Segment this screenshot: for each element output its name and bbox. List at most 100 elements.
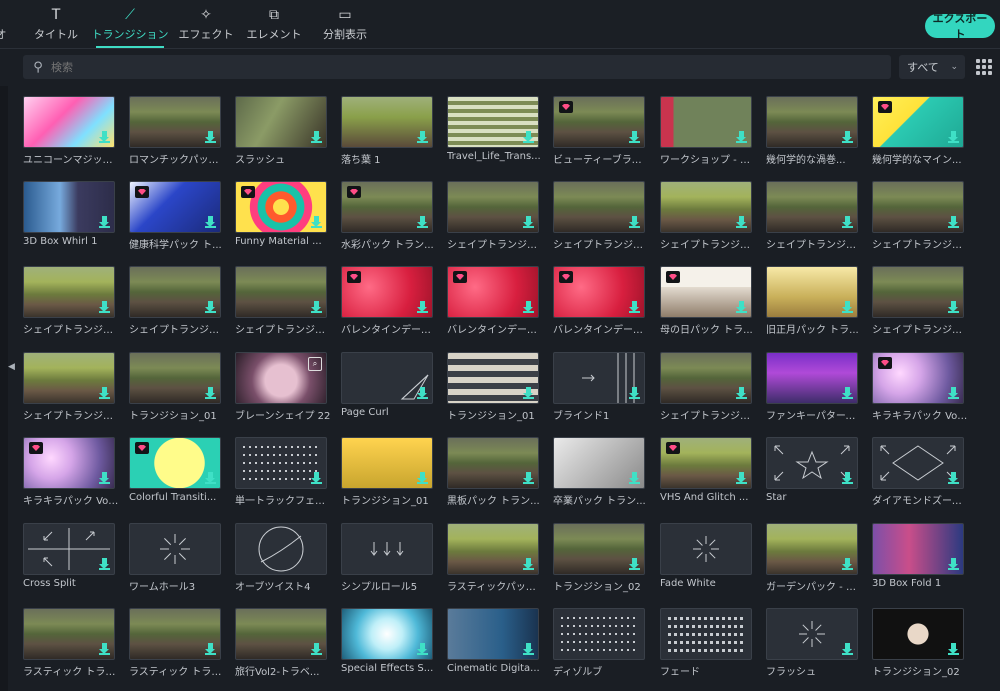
transition-thumbnail[interactable] <box>766 523 858 575</box>
download-icon[interactable] <box>842 472 853 484</box>
transition-thumbnail[interactable] <box>660 266 752 318</box>
download-icon[interactable] <box>99 387 110 399</box>
transition-item[interactable]: トランジション_01 <box>341 437 433 507</box>
transition-item[interactable]: Colorful Transiti... <box>129 437 221 505</box>
collapse-arrow-icon[interactable]: ◀ <box>8 362 18 376</box>
transition-item[interactable]: ワークショップ - ト... <box>660 96 756 166</box>
transition-thumbnail[interactable] <box>872 96 964 148</box>
transition-item[interactable]: バレンタインデーパ... <box>447 266 543 336</box>
download-icon[interactable] <box>417 387 428 399</box>
search-box[interactable]: ⚲ <box>23 55 891 79</box>
transition-thumbnail[interactable] <box>660 437 752 489</box>
transition-item[interactable]: Fade White <box>660 523 752 591</box>
transition-thumbnail[interactable] <box>129 437 221 489</box>
transition-item[interactable]: 卒業パック トラン... <box>553 437 646 507</box>
download-icon[interactable] <box>99 643 110 655</box>
transition-thumbnail[interactable] <box>872 181 964 233</box>
transition-item[interactable]: 落ち葉 1 <box>341 96 433 166</box>
download-icon[interactable] <box>417 216 428 228</box>
transition-item[interactable]: 幾何学的なマイン... <box>872 96 964 166</box>
transition-item[interactable]: ワームホール3 <box>129 523 221 593</box>
download-icon[interactable] <box>205 387 216 399</box>
transition-item[interactable]: 旧正月パック トラ... <box>766 266 859 336</box>
transition-item[interactable]: ラスティック トラン... <box>23 608 119 678</box>
transition-item[interactable]: Travel_Life_Trans... <box>447 96 541 164</box>
download-icon[interactable] <box>523 301 534 313</box>
transition-item[interactable]: ユニコーンマジック... <box>23 96 119 166</box>
download-icon[interactable] <box>629 131 640 143</box>
transition-thumbnail[interactable] <box>341 523 433 575</box>
download-icon[interactable] <box>523 643 534 655</box>
transition-thumbnail[interactable] <box>23 523 115 575</box>
transition-thumbnail[interactable] <box>129 181 221 233</box>
transition-item[interactable]: シェイプトランジショ... <box>447 181 543 251</box>
transition-item[interactable]: Cross Split <box>23 523 115 591</box>
grid-view-icon[interactable] <box>976 59 992 75</box>
transition-item[interactable]: ラスティックパック -... <box>447 523 543 593</box>
transition-thumbnail[interactable] <box>235 266 327 318</box>
download-icon[interactable] <box>523 387 534 399</box>
transition-item[interactable]: バレンタインデーパ... <box>341 266 437 336</box>
download-icon[interactable] <box>205 472 216 484</box>
transition-item[interactable]: シェイプトランジショ... <box>872 266 968 336</box>
transition-thumbnail[interactable] <box>660 96 752 148</box>
transition-thumbnail[interactable] <box>447 523 539 575</box>
transition-thumbnail[interactable] <box>766 181 858 233</box>
download-icon[interactable] <box>99 301 110 313</box>
transition-item[interactable]: トランジション_01 <box>447 352 539 422</box>
download-icon[interactable] <box>948 301 959 313</box>
transition-thumbnail[interactable] <box>553 523 645 575</box>
transition-item[interactable]: ビューティーブラシ - ... <box>553 96 649 166</box>
download-icon[interactable] <box>842 216 853 228</box>
tab-2[interactable]: ⟋ トランジション <box>92 6 169 48</box>
transition-item[interactable]: トランジション_02 <box>872 608 964 678</box>
transition-thumbnail[interactable] <box>23 352 115 404</box>
download-icon[interactable] <box>948 472 959 484</box>
download-icon[interactable] <box>417 131 428 143</box>
tab-4[interactable]: ⧉ エレメント <box>247 6 302 46</box>
filter-dropdown[interactable]: すべて ⌄ <box>899 55 965 79</box>
transition-item[interactable]: シェイプトランジショ... <box>660 352 756 422</box>
transition-item[interactable]: 健康科学パック ト... <box>129 181 222 251</box>
transition-item[interactable]: シェイプトランジショ... <box>766 181 862 251</box>
transition-thumbnail[interactable] <box>660 523 752 575</box>
transition-item[interactable]: シェイプトランジショ... <box>235 266 331 336</box>
download-icon[interactable] <box>205 216 216 228</box>
transition-thumbnail[interactable] <box>341 181 433 233</box>
transition-item[interactable]: トランジション_01 <box>129 352 221 422</box>
transition-thumbnail[interactable] <box>447 437 539 489</box>
download-icon[interactable] <box>99 472 110 484</box>
download-icon[interactable] <box>205 301 216 313</box>
transition-thumbnail[interactable] <box>129 352 221 404</box>
tab-1[interactable]: T タイトル <box>34 6 78 46</box>
transition-thumbnail[interactable] <box>766 96 858 148</box>
download-icon[interactable] <box>948 643 959 655</box>
transition-item[interactable]: オーブツイスト4 <box>235 523 327 593</box>
transition-thumbnail[interactable] <box>447 266 539 318</box>
transition-thumbnail[interactable] <box>23 266 115 318</box>
transition-item[interactable]: ロマンチックパック ... <box>129 96 225 166</box>
transition-thumbnail[interactable] <box>129 523 221 575</box>
transition-item[interactable]: 旅行Vol2-トラベ... <box>235 608 327 678</box>
transition-thumbnail[interactable] <box>447 181 539 233</box>
download-icon[interactable] <box>629 558 640 570</box>
transition-item[interactable]: Star <box>766 437 858 505</box>
transition-thumbnail[interactable] <box>447 608 539 660</box>
transition-item[interactable]: 水彩パック トラン... <box>341 181 434 251</box>
transition-thumbnail[interactable] <box>129 266 221 318</box>
transition-item[interactable]: ダイアモンドズーム... <box>872 437 968 507</box>
download-icon[interactable] <box>205 643 216 655</box>
download-icon[interactable] <box>948 387 959 399</box>
download-icon[interactable] <box>842 131 853 143</box>
download-icon[interactable] <box>629 387 640 399</box>
transition-thumbnail[interactable] <box>23 608 115 660</box>
tab-5[interactable]: ▭ 分割表示 <box>318 6 372 46</box>
transition-thumbnail[interactable] <box>341 266 433 318</box>
download-icon[interactable] <box>736 131 747 143</box>
transition-thumbnail[interactable] <box>553 266 645 318</box>
transition-item[interactable]: フェード <box>660 608 752 678</box>
download-icon[interactable] <box>99 216 110 228</box>
transition-thumbnail[interactable] <box>553 352 645 404</box>
download-icon[interactable] <box>205 131 216 143</box>
transition-thumbnail[interactable] <box>766 437 858 489</box>
